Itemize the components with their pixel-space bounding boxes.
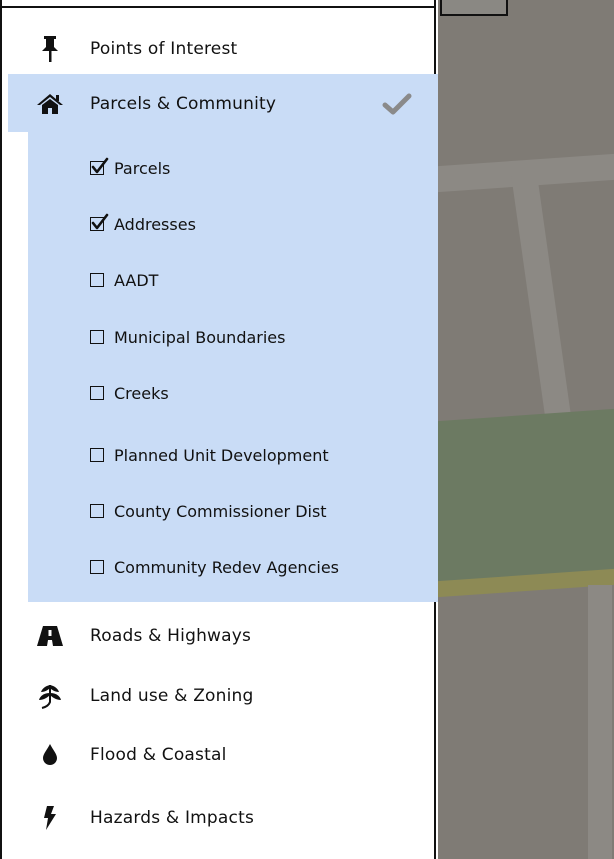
leaf-icon — [36, 682, 64, 710]
checkbox-unchecked[interactable] — [90, 273, 104, 287]
layer-item[interactable]: Creeks — [90, 380, 169, 406]
map-road — [511, 175, 571, 415]
lightning-icon — [36, 804, 64, 832]
layer-label: AADT — [114, 270, 159, 290]
panel-top-border — [2, 6, 436, 8]
category-label: Parcels & Community — [90, 94, 277, 114]
checkbox-unchecked[interactable] — [90, 504, 104, 518]
layer-item[interactable]: Parcels — [90, 155, 170, 181]
checkbox-unchecked[interactable] — [90, 386, 104, 400]
sublayers-highlight — [28, 132, 438, 602]
home-icon — [36, 90, 64, 118]
map-view[interactable] — [438, 0, 614, 859]
category-roads-highways[interactable]: Roads & Highways — [2, 608, 436, 664]
pushpin-icon — [36, 35, 64, 63]
layer-label: Creeks — [114, 383, 169, 403]
layer-label: Addresses — [114, 214, 196, 234]
checkbox-checked[interactable] — [90, 157, 109, 175]
checkmark-icon — [382, 92, 412, 116]
map-road — [588, 585, 612, 859]
map-green-area — [438, 408, 614, 592]
checkbox-checked[interactable] — [90, 213, 109, 231]
category-label: Land use & Zoning — [90, 686, 254, 706]
category-points-of-interest[interactable]: Points of Interest — [2, 21, 436, 77]
category-label: Points of Interest — [90, 39, 238, 59]
checkbox-unchecked[interactable] — [90, 560, 104, 574]
layers-panel: Points of Interest Parcels & Community P… — [0, 0, 438, 859]
category-hazards-impacts[interactable]: Hazards & Impacts — [2, 790, 436, 846]
category-parcels-community[interactable]: Parcels & Community — [2, 76, 436, 132]
map-control[interactable] — [440, 0, 508, 16]
checkbox-unchecked[interactable] — [90, 330, 104, 344]
water-drop-icon — [36, 741, 64, 769]
category-flood-coastal[interactable]: Flood & Coastal — [2, 727, 436, 783]
layer-item[interactable]: Addresses — [90, 211, 196, 237]
checkbox-unchecked[interactable] — [90, 448, 104, 462]
layer-label: Community Redev Agencies — [114, 557, 339, 577]
layer-item[interactable]: Municipal Boundaries — [90, 324, 285, 350]
category-label: Flood & Coastal — [90, 745, 227, 765]
layer-label: County Commissioner Dist — [114, 501, 327, 521]
layer-label: Municipal Boundaries — [114, 327, 286, 347]
layer-item[interactable]: Community Redev Agencies — [90, 554, 339, 580]
layer-item[interactable]: Planned Unit Development — [90, 442, 329, 468]
layer-item[interactable]: AADT — [90, 267, 158, 293]
category-label: Hazards & Impacts — [90, 808, 254, 828]
category-label: Roads & Highways — [90, 626, 252, 646]
road-icon — [36, 622, 64, 650]
layer-label: Parcels — [114, 158, 171, 178]
layer-item[interactable]: County Commissioner Dist — [90, 498, 327, 524]
category-land-use-zoning[interactable]: Land use & Zoning — [2, 668, 436, 724]
layer-label: Planned Unit Development — [114, 445, 329, 465]
